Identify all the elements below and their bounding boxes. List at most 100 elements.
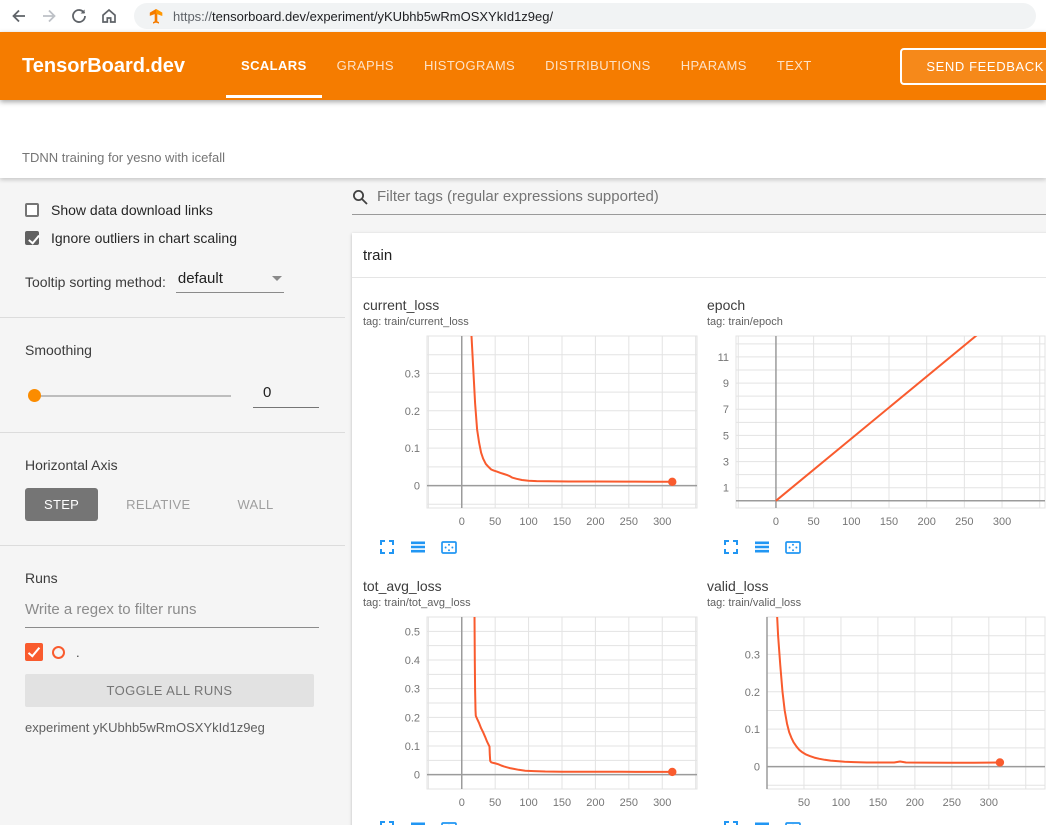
svg-text:0.2: 0.2 bbox=[745, 687, 760, 699]
experiment-id: experiment yKUbhb5wRmOSXYkId1z9eg bbox=[25, 720, 319, 735]
svg-text:300: 300 bbox=[993, 516, 1011, 528]
ignore-outliers-row[interactable]: Ignore outliers in chart scaling bbox=[25, 230, 319, 246]
chart-card-valid-loss: valid_loss tag: train/valid_loss 5010015… bbox=[707, 570, 1046, 825]
send-feedback-button[interactable]: SEND FEEDBACK bbox=[900, 48, 1046, 85]
axis-relative-button[interactable]: RELATIVE bbox=[107, 488, 209, 521]
dashboard-main: Filter tags (regular expressions support… bbox=[345, 178, 1046, 825]
svg-text:300: 300 bbox=[653, 797, 671, 809]
tab-histograms[interactable]: HISTOGRAMS bbox=[424, 32, 515, 100]
svg-text:150: 150 bbox=[553, 516, 571, 528]
data-table-icon[interactable] bbox=[409, 538, 427, 556]
reload-icon[interactable] bbox=[70, 7, 88, 25]
chart-tag: tag: train/current_loss bbox=[363, 316, 707, 328]
fit-domain-icon[interactable] bbox=[784, 538, 802, 556]
expand-chart-icon[interactable] bbox=[722, 538, 740, 556]
svg-text:150: 150 bbox=[553, 797, 571, 809]
filter-tags-input[interactable]: Filter tags (regular expressions support… bbox=[352, 178, 1046, 215]
chart-card-epoch: epoch tag: train/epoch 05010015020025030… bbox=[707, 289, 1046, 556]
chart-title: valid_loss bbox=[707, 578, 1046, 594]
svg-text:0.2: 0.2 bbox=[405, 406, 420, 418]
fit-domain-icon[interactable] bbox=[440, 538, 458, 556]
svg-text:5: 5 bbox=[723, 430, 729, 442]
run-name: . bbox=[76, 645, 80, 660]
general-settings-section: Show data download links Ignore outliers… bbox=[0, 178, 345, 318]
line-chart[interactable]: 05010015020025030000.10.20.30.40.5 bbox=[363, 613, 707, 813]
chart-card-current-loss: current_loss tag: train/current_loss 050… bbox=[363, 289, 707, 556]
svg-text:0: 0 bbox=[459, 516, 465, 528]
svg-text:1: 1 bbox=[723, 483, 729, 495]
chart-toolbar bbox=[722, 538, 1046, 556]
tensorboard-favicon bbox=[148, 8, 164, 24]
run-row: . bbox=[25, 643, 319, 661]
line-chart[interactable]: 05010015020025030000.10.20.3 bbox=[363, 332, 707, 532]
smoothing-slider[interactable] bbox=[30, 395, 231, 397]
axis-step-button[interactable]: STEP bbox=[25, 488, 98, 521]
svg-text:0: 0 bbox=[414, 770, 420, 782]
ignore-outliers-checkbox[interactable] bbox=[25, 231, 39, 245]
brand-logo: TensorBoard.dev bbox=[22, 55, 185, 78]
runs-label: Runs bbox=[25, 570, 319, 586]
expand-chart-icon[interactable] bbox=[378, 538, 396, 556]
tab-hparams[interactable]: HPARAMS bbox=[681, 32, 747, 100]
toggle-all-runs-button[interactable]: TOGGLE ALL RUNS bbox=[25, 674, 314, 707]
url-bar[interactable]: https://tensorboard.dev/experiment/yKUbh… bbox=[134, 3, 1036, 29]
tooltip-sorting-dropdown[interactable]: default bbox=[176, 270, 284, 293]
run-color-radio[interactable] bbox=[52, 646, 65, 659]
chart-tag: tag: train/epoch bbox=[707, 316, 1046, 328]
expand-chart-icon[interactable] bbox=[722, 819, 740, 825]
url-path: tensorboard.dev/experiment/yKUbhb5wRmOSX… bbox=[212, 9, 553, 24]
fit-domain-icon[interactable] bbox=[440, 819, 458, 825]
forward-icon[interactable] bbox=[40, 7, 58, 25]
chart-card-tot-avg-loss: tot_avg_loss tag: train/tot_avg_loss 050… bbox=[363, 570, 707, 825]
tab-scalars[interactable]: SCALARS bbox=[241, 32, 307, 100]
svg-text:200: 200 bbox=[917, 516, 935, 528]
show-download-links-row[interactable]: Show data download links bbox=[25, 202, 319, 218]
expand-chart-icon[interactable] bbox=[378, 819, 396, 825]
tag-group-card: train current_loss tag: train/current_lo… bbox=[352, 233, 1046, 825]
data-table-icon[interactable] bbox=[409, 819, 427, 825]
svg-text:50: 50 bbox=[489, 797, 501, 809]
smoothing-label: Smoothing bbox=[25, 342, 319, 358]
data-table-icon[interactable] bbox=[753, 538, 771, 556]
svg-text:0.1: 0.1 bbox=[745, 724, 760, 736]
svg-text:50: 50 bbox=[798, 797, 810, 809]
axis-wall-button[interactable]: WALL bbox=[218, 488, 292, 521]
tab-distributions[interactable]: DISTRIBUTIONS bbox=[545, 32, 651, 100]
smoothing-slider-knob[interactable] bbox=[28, 389, 41, 402]
line-chart[interactable]: 5010015020025030000.10.20.3 bbox=[707, 613, 1046, 813]
tag-group-header[interactable]: train bbox=[352, 233, 1046, 278]
browser-chrome: https://tensorboard.dev/experiment/yKUbh… bbox=[0, 0, 1046, 32]
back-icon[interactable] bbox=[10, 7, 28, 25]
tooltip-sorting-value: default bbox=[178, 270, 223, 287]
home-icon[interactable] bbox=[100, 7, 118, 25]
svg-text:200: 200 bbox=[586, 516, 604, 528]
url-scheme: https:// bbox=[173, 9, 212, 24]
runs-section: Runs Write a regex to filter runs . TOGG… bbox=[0, 546, 345, 759]
svg-text:0.1: 0.1 bbox=[405, 741, 420, 753]
smoothing-value-input[interactable]: 0 bbox=[253, 384, 319, 408]
svg-text:100: 100 bbox=[519, 797, 537, 809]
svg-text:200: 200 bbox=[906, 797, 924, 809]
show-download-links-checkbox[interactable] bbox=[25, 203, 39, 217]
svg-text:300: 300 bbox=[980, 797, 998, 809]
run-checkbox[interactable] bbox=[25, 643, 43, 661]
tab-text[interactable]: TEXT bbox=[777, 32, 812, 100]
fit-domain-icon[interactable] bbox=[784, 819, 802, 825]
line-chart[interactable]: 0501001502002503001357911 bbox=[707, 332, 1046, 532]
runs-filter-input[interactable]: Write a regex to filter runs bbox=[25, 601, 319, 628]
tab-graphs[interactable]: GRAPHS bbox=[337, 32, 394, 100]
svg-text:0.3: 0.3 bbox=[405, 684, 420, 696]
svg-text:0: 0 bbox=[773, 516, 779, 528]
horizontal-axis-section: Horizontal Axis STEP RELATIVE WALL bbox=[0, 433, 345, 546]
url-text: https://tensorboard.dev/experiment/yKUbh… bbox=[173, 9, 553, 24]
svg-text:7: 7 bbox=[723, 404, 729, 416]
tab-bar: SCALARS GRAPHS HISTOGRAMS DISTRIBUTIONS … bbox=[241, 32, 842, 100]
svg-text:0: 0 bbox=[414, 481, 420, 493]
svg-text:0.1: 0.1 bbox=[405, 443, 420, 455]
data-table-icon[interactable] bbox=[753, 819, 771, 825]
svg-text:3: 3 bbox=[723, 457, 729, 469]
chart-title: current_loss bbox=[363, 297, 707, 313]
svg-text:0.5: 0.5 bbox=[405, 626, 420, 638]
svg-text:200: 200 bbox=[586, 797, 604, 809]
chart-tag: tag: train/tot_avg_loss bbox=[363, 597, 707, 609]
